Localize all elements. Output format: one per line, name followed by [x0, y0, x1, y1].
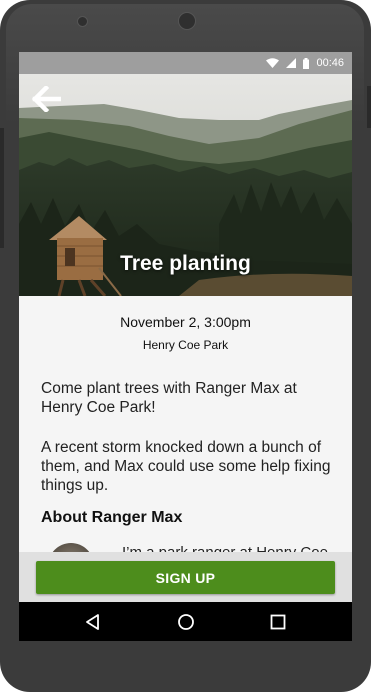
phone-screen: 00:46 Tree planting November 2, 3:00pm H… — [19, 52, 352, 641]
front-camera — [178, 12, 196, 30]
event-location: Henry Coe Park — [142, 338, 229, 352]
phone-frame: 00:46 Tree planting November 2, 3:00pm H… — [0, 0, 371, 692]
nav-home-button[interactable] — [166, 602, 206, 641]
power-button — [367, 86, 371, 128]
volume-button — [0, 128, 4, 248]
arrow-left-icon — [31, 86, 61, 112]
event-hero-image: Tree planting — [19, 74, 352, 296]
recents-square-icon — [270, 614, 286, 629]
event-title: Tree planting — [120, 252, 251, 275]
event-details: November 2, 3:00pm Henry Coe Park Come p… — [19, 296, 352, 561]
status-bar: 00:46 — [19, 52, 352, 74]
event-description-paragraph: Come plant trees with Ranger Max at Henr… — [41, 380, 297, 416]
wifi-icon — [266, 58, 280, 68]
status-time: 00:46 — [316, 57, 344, 69]
signal-icon — [286, 58, 297, 68]
signup-button[interactable]: SIGN UP — [36, 561, 335, 594]
about-section-title: About Ranger Max — [41, 509, 183, 526]
event-date: November 2, 3:00pm — [120, 314, 251, 330]
proximity-sensor — [77, 16, 88, 27]
event-description-paragraph: A recent storm knocked down a bunch of t… — [41, 439, 331, 494]
back-button[interactable] — [29, 82, 63, 116]
home-circle-icon — [178, 613, 194, 630]
android-nav-bar — [19, 602, 352, 641]
nav-recents-button[interactable] — [258, 602, 298, 641]
back-triangle-icon — [86, 613, 99, 630]
nav-back-button[interactable] — [73, 602, 113, 641]
signup-bar: SIGN UP — [19, 552, 352, 602]
battery-icon — [303, 57, 310, 69]
